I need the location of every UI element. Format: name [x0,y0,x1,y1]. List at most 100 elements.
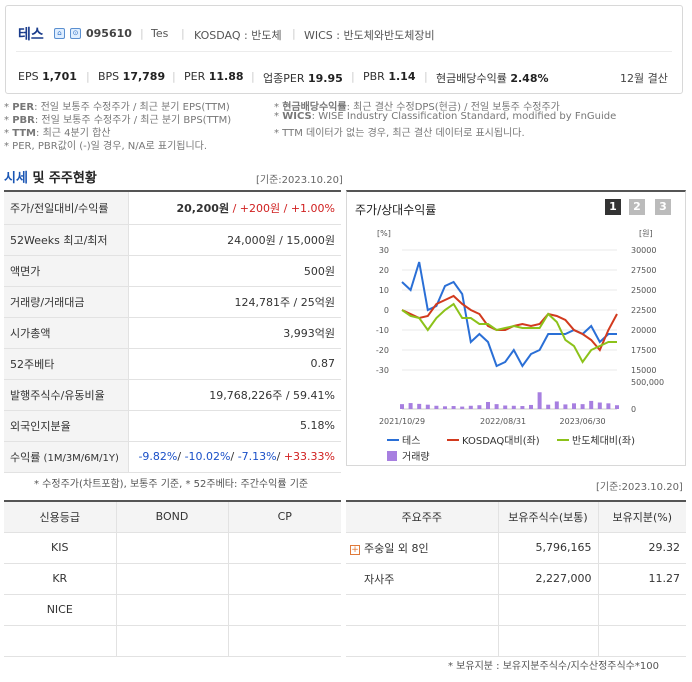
row-label: 발행주식수/유동비율 [4,379,129,411]
row-value: 19,768,226주 / 59.41% [128,379,341,411]
volume-bar [615,405,619,409]
left-tick-label: -20 [376,346,389,355]
table-row: 거래량/거래대금 124,781주 / 25억원 [4,286,341,318]
column-header: BOND [116,500,229,533]
holder-name-cell[interactable]: + 주숭일 외 8인 [346,532,499,564]
volume-bar [434,405,439,409]
divider: | [424,70,428,83]
quote-note: * 수정주가(차트포함), 보통주 기준, * 52주베타: 주간수익률 기준 [34,479,309,490]
row-label: 시가총액 [4,317,129,349]
column-header: 보유주식수(보통) [498,500,599,533]
home-icon[interactable]: ⌂ [54,28,65,39]
base-date: [기준:2023.10.20] [256,175,343,186]
legend-label: KOSDAQ대비(좌) [462,435,540,447]
agency-cell [4,625,117,657]
row-label: 주가/전일대비/수익률 [4,190,129,225]
volume-bar [408,403,413,409]
shares-cell [498,625,599,657]
market-label: KOSDAQ : 반도체 [194,29,282,42]
price-value: 20,200원 / +200원 / +1.00% [128,190,341,225]
divider: | [140,27,144,40]
holders-date: [기준:2023.10.20] [596,482,683,493]
right-tick-label: 17500 [631,346,656,355]
table-row [346,594,686,626]
left-tick-label: -30 [376,366,389,375]
agency-cell: KR [4,563,117,595]
right-tick-label: 27500 [631,266,656,275]
volume-bar [486,401,490,409]
volume-bar [546,404,551,409]
cp-cell [228,625,341,657]
metric-per: PER 11.88 [184,70,244,83]
metric-eps: EPS 1,701 [18,70,77,83]
volume-bar [537,392,542,409]
volume-bar [529,404,533,409]
holder-name-cell [346,625,499,657]
table-row: 52주베타 0.87 [4,348,341,380]
cp-cell [228,532,341,564]
volume-tick-label: 500,000 [631,378,664,387]
stock-header: 테스 ⌂ ⊙ 095610 | Tes | KOSDAQ : 반도체 | WIC… [5,5,683,94]
divider: | [292,27,296,40]
stock-code: 095610 [86,27,132,40]
shares-cell: 5,796,165 [498,532,599,564]
volume-bar [563,404,568,409]
chart-title: 주가/상대수익률 [355,203,437,217]
row-value: 500원 [128,255,341,287]
holder-name-cell: 자사주 [346,563,499,595]
divider: | [251,70,255,83]
right-tick-label: 22500 [631,306,656,315]
note-ttm-missing: * TTM 데이터가 없는 경우, 최근 결산 데이터로 표시됩니다. [274,128,525,139]
column-header: 신용등급 [4,500,117,533]
divider: | [86,70,90,83]
table-row: NICE [4,594,341,626]
shares-cell: 2,227,000 [498,563,599,595]
stock-name[interactable]: 테스 [18,24,44,44]
ir-icon[interactable]: ⊙ [70,28,81,39]
volume-bar [580,404,585,409]
row-value: 124,781주 / 25억원 [128,286,341,318]
volume-bar [494,404,499,409]
table-row: KR [4,563,341,595]
table-row: 발행주식수/유동비율 19,768,226주 / 59.41% [4,379,341,411]
metric-bps: BPS 17,789 [98,70,166,83]
left-tick-label: -10 [376,326,389,335]
wics-label: WICS : 반도체와반도체장비 [304,29,435,42]
row-label: 액면가 [4,255,129,287]
right-axis-unit: [원] [639,229,653,238]
holder-name-cell [346,594,499,626]
chart-panel: 주가/상대수익률 1 2 3 [%] [원] 30 20 10 0 -10 -20 -30 300… [346,190,686,466]
chart-page-1[interactable]: 1 [605,199,621,215]
chart-page-3[interactable]: 3 [655,199,671,215]
quote-table: 주가/전일대비/수익률 20,200원 / +200원 / +1.00% 52W… [4,190,341,473]
series-line-1 [401,294,618,352]
chart-page-2[interactable]: 2 [629,199,645,215]
left-tick-label: 30 [379,246,389,255]
shares-cell [498,594,599,626]
legend-label: 테스 [402,435,420,447]
price-chart: [%] [원] 30 20 10 0 -10 -20 -30 30000 27500 25000 225… [376,229,664,463]
row-label: 수익률 (1M/3M/6M/1Y) [4,441,129,473]
stock-eng-name: Tes [151,27,169,40]
volume-bar [468,405,473,409]
divider: | [172,70,176,83]
right-tick-label: 30000 [631,246,656,255]
volume-bar [572,403,576,409]
column-header: 보유지분(%) [598,500,686,533]
volume-bar [425,404,430,409]
volume-bar [400,404,404,409]
metric-pbr: PBR 1.14 [363,70,416,83]
table-row: 액면가 500원 [4,255,341,287]
expand-icon[interactable]: + [350,544,360,555]
pct-cell: 11.27 [598,563,686,595]
volume-bar [597,402,602,409]
row-value: 0.87 [128,348,341,380]
right-tick-label: 25000 [631,286,656,295]
cp-cell [228,594,341,626]
holders-note: * 보유지분 : 보유지분주식수/지수산정주식수*100 [448,661,659,672]
note-wics: * WICS: WISE Industry Classification Sta… [274,111,617,122]
left-tick-label: 0 [384,306,389,315]
table-header-row: 신용등급 BOND CP [4,500,341,533]
header-divider [16,51,672,52]
column-header: CP [228,500,341,533]
